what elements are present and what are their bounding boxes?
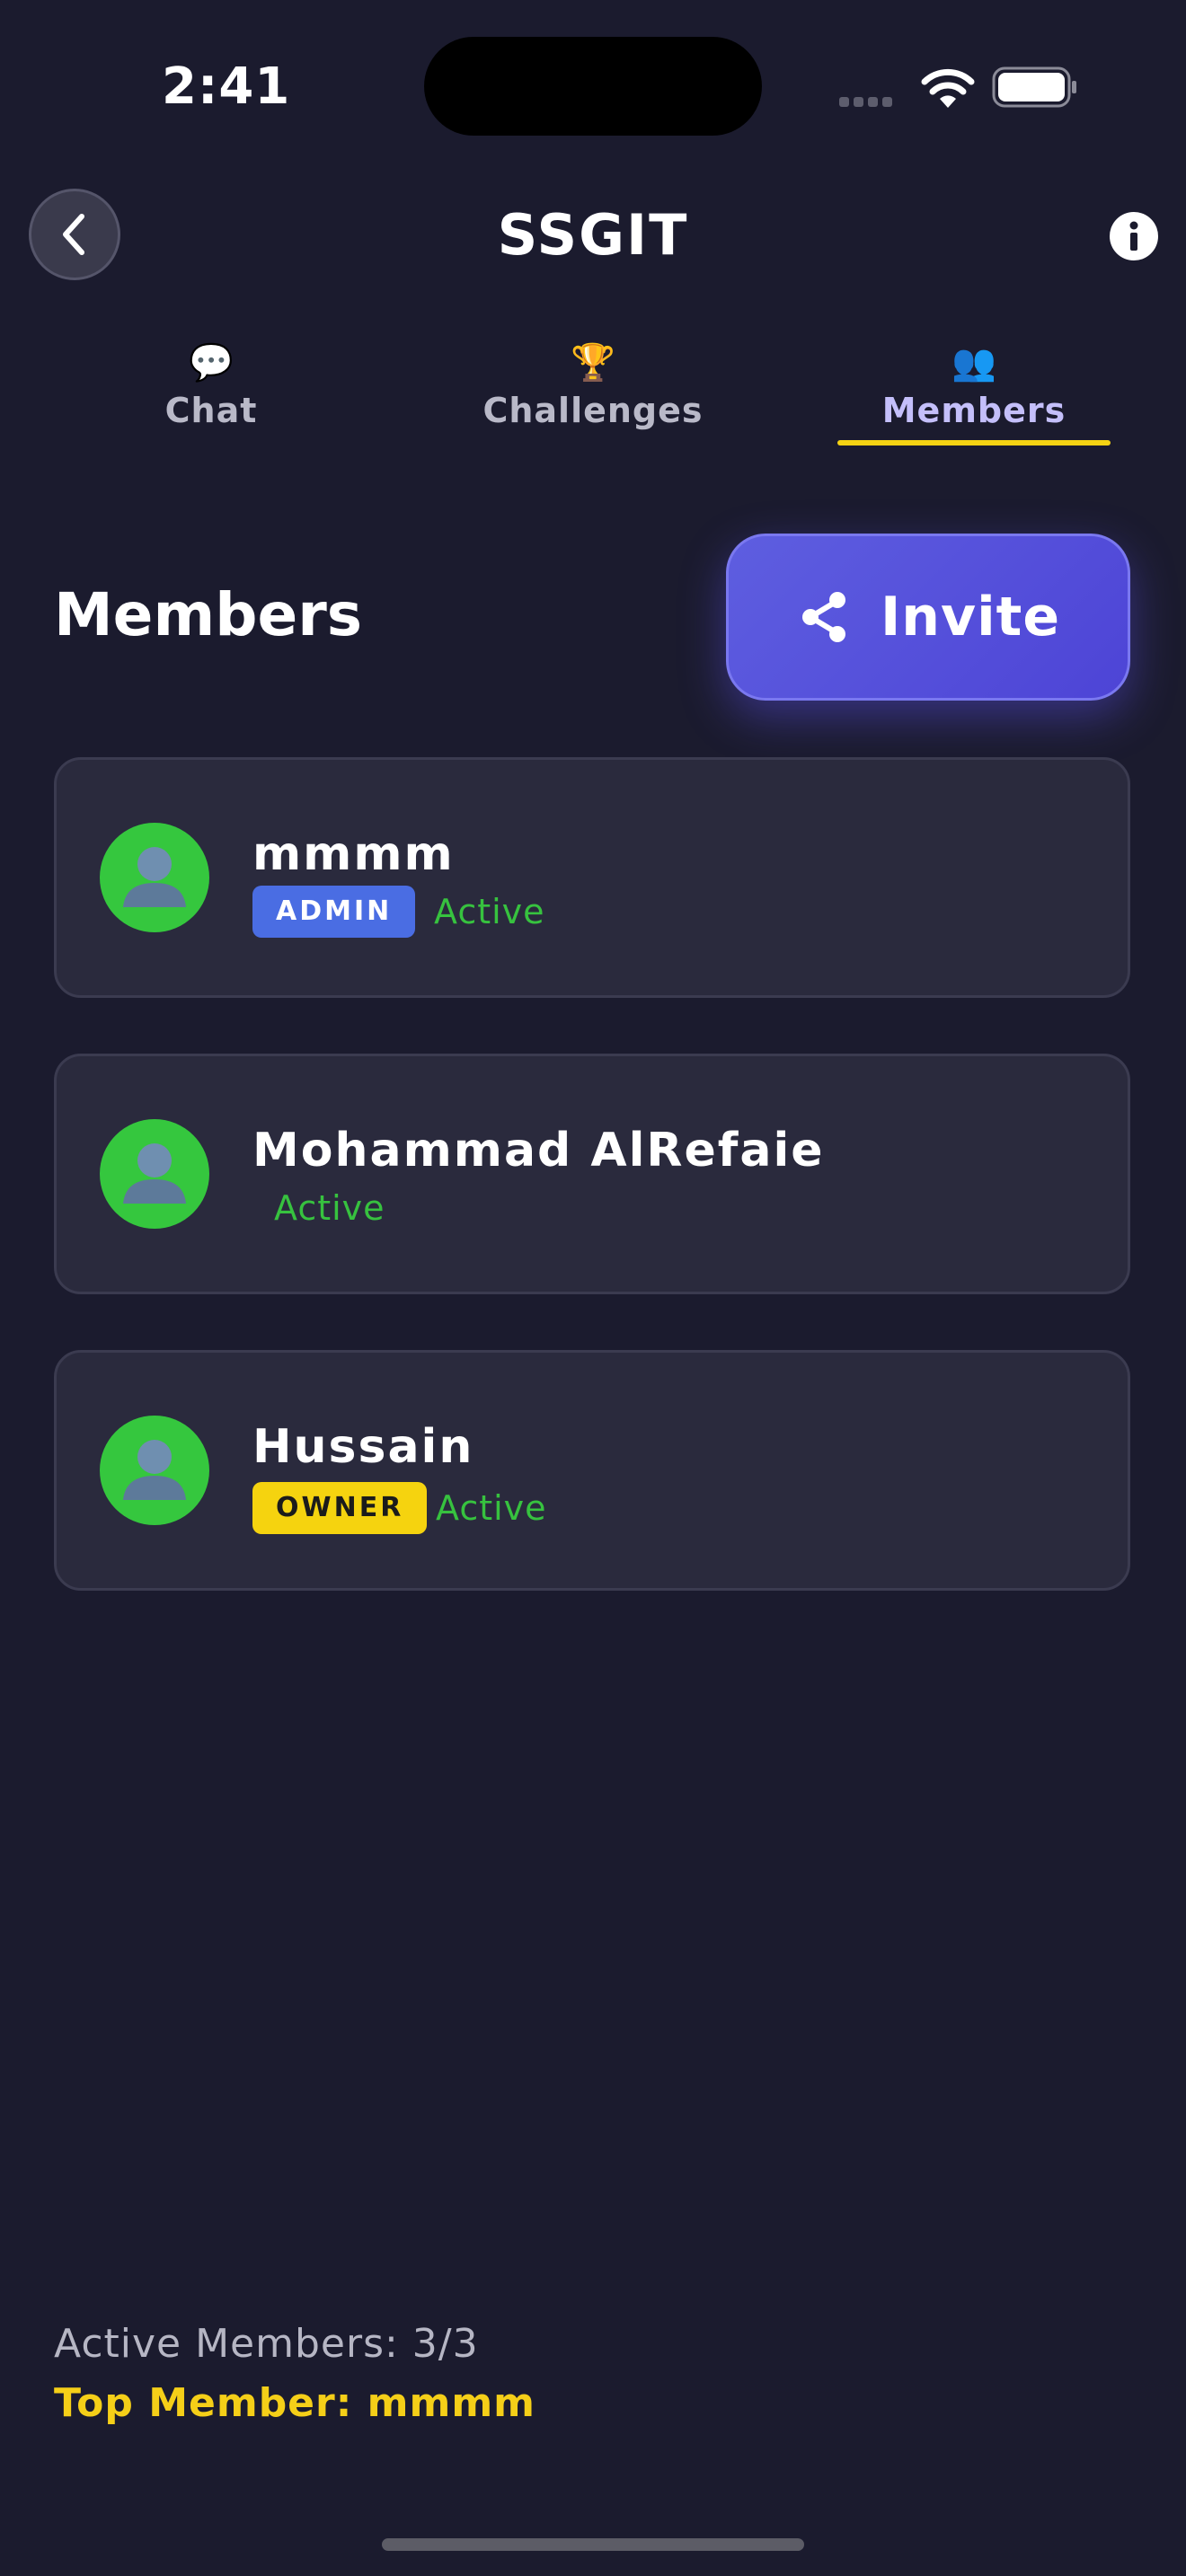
info-icon — [1129, 221, 1138, 251]
back-button[interactable] — [29, 189, 120, 280]
status-time: 2:41 — [162, 57, 291, 116]
member-name: Mohammad AlRefaie — [252, 1124, 825, 1178]
invite-button[interactable]: Invite — [726, 534, 1130, 701]
member-card[interactable]: Hussain OWNER Active — [54, 1350, 1130, 1591]
user-silhouette-icon — [123, 847, 186, 907]
role-badge: ADMIN — [252, 886, 416, 938]
invite-label: Invite — [880, 586, 1061, 648]
user-silhouette-icon — [123, 1143, 186, 1204]
tab-chat[interactable]: 💬 Chat — [99, 338, 323, 446]
battery-icon — [992, 66, 1078, 108]
active-members-count: Active Members: 3/3 — [54, 2321, 479, 2367]
chevron-left-icon — [63, 214, 84, 255]
tab-label: Chat — [164, 391, 258, 430]
member-card[interactable]: mmmm ADMIN Active — [54, 757, 1130, 998]
info-button[interactable] — [1110, 212, 1158, 260]
home-indicator[interactable] — [382, 2538, 804, 2551]
trophy-icon: 🏆 — [571, 342, 615, 384]
avatar — [100, 1119, 209, 1229]
page-title: SSGIT — [497, 202, 689, 268]
avatar — [100, 1416, 209, 1525]
member-card[interactable]: Mohammad AlRefaie Active — [54, 1054, 1130, 1294]
top-member: Top Member: mmmm — [54, 2380, 536, 2426]
role-badge: OWNER — [252, 1482, 428, 1534]
user-silhouette-icon — [123, 1440, 186, 1500]
dynamic-island — [424, 37, 762, 136]
tab-members[interactable]: 👥 Members — [837, 338, 1111, 446]
cellular-signal-icon — [839, 93, 900, 107]
people-icon: 👥 — [951, 342, 996, 384]
share-icon — [801, 592, 845, 642]
speech-bubble-icon: 💬 — [189, 342, 234, 384]
wifi-icon — [920, 65, 976, 110]
section-title: Members — [54, 580, 363, 649]
tab-label: Challenges — [482, 391, 704, 430]
member-name: mmmm — [252, 827, 455, 881]
member-status: Active — [436, 1488, 547, 1528]
avatar — [100, 823, 209, 932]
tab-challenges[interactable]: 🏆 Challenges — [449, 338, 737, 446]
member-status: Active — [434, 892, 545, 931]
member-name: Hussain — [252, 1420, 474, 1474]
tab-label: Members — [881, 391, 1067, 430]
active-tab-indicator — [837, 440, 1111, 446]
member-status: Active — [274, 1188, 385, 1228]
